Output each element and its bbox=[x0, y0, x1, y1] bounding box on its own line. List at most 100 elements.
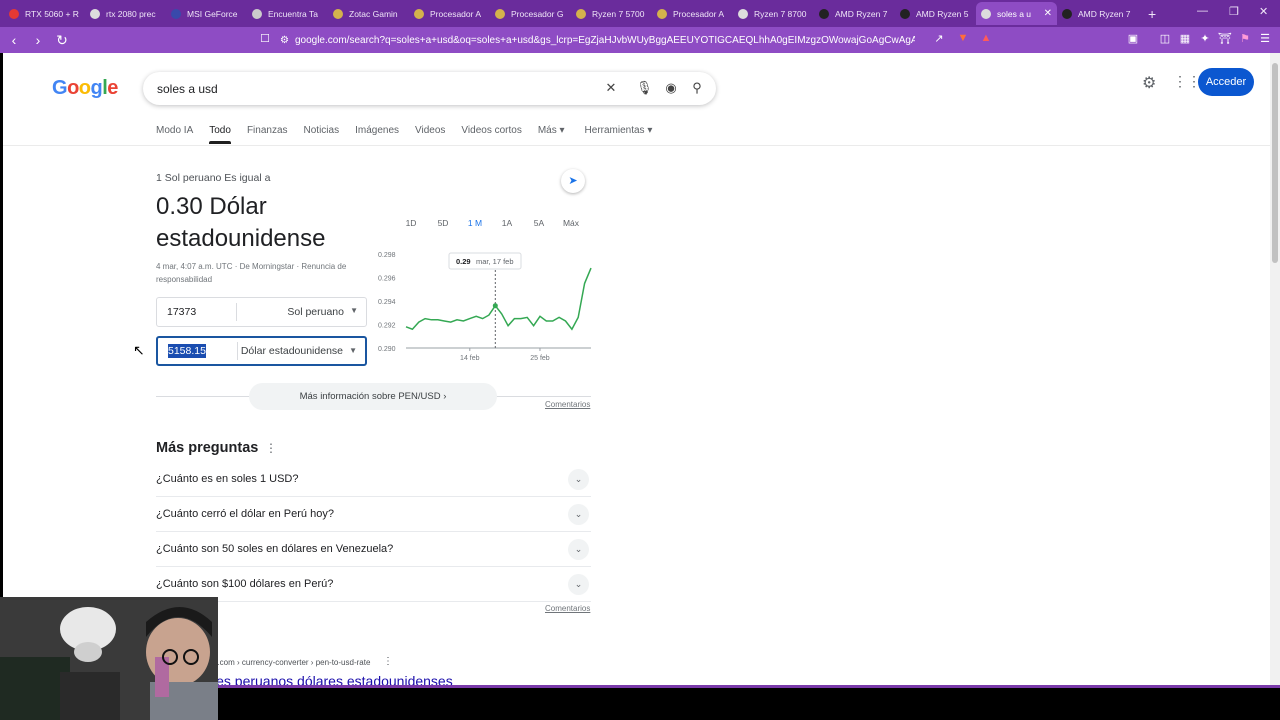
chevron-down-icon[interactable]: ⌄ bbox=[568, 539, 589, 560]
dropdown-arrow-icon[interactable]: ▼ bbox=[349, 346, 357, 355]
tab-title: Procesador A bbox=[430, 8, 482, 19]
share-icon[interactable]: ➤ bbox=[561, 169, 585, 193]
close-window-icon[interactable]: ✕ bbox=[1259, 5, 1268, 18]
leo-ai-icon[interactable]: ✦ bbox=[1197, 32, 1213, 48]
vpn-icon[interactable]: ⛩ bbox=[1217, 32, 1233, 48]
camera-search-icon[interactable]: ◉ bbox=[663, 80, 679, 96]
from-currency-select[interactable]: Sol peruano bbox=[237, 306, 366, 318]
sidebar-icon[interactable]: ◫ bbox=[1157, 32, 1173, 48]
browser-tab[interactable]: MSI GeForce bbox=[166, 2, 247, 25]
browser-tab[interactable]: Zotac Gamin bbox=[328, 2, 409, 25]
result-title-link[interactable]: les peruanos dólares estadounidenses bbox=[213, 673, 453, 685]
chevron-down-icon[interactable]: ⌄ bbox=[568, 469, 589, 490]
to-amount-input[interactable]: 5158.15 bbox=[158, 342, 238, 360]
close-tab-icon[interactable]: ✕ bbox=[1044, 8, 1052, 19]
paa-question[interactable]: ¿Cuánto cerró el dólar en Perú hoy? ⌄ bbox=[156, 497, 591, 532]
tab-8[interactable]: Herramientas ▾ bbox=[585, 125, 653, 142]
chevron-down-icon[interactable]: ⌄ bbox=[568, 504, 589, 525]
rewards-icon[interactable]: ▲ bbox=[978, 32, 994, 48]
dropdown-arrow-icon[interactable]: ▼ bbox=[350, 306, 358, 315]
brave-shields-icon[interactable]: ▼ bbox=[955, 32, 971, 48]
range-option[interactable]: 5D bbox=[427, 218, 459, 228]
range-option[interactable]: 1D bbox=[395, 218, 427, 228]
browser-tab[interactable]: Encuentra Ta bbox=[247, 2, 328, 25]
forward-icon[interactable]: › bbox=[28, 32, 48, 48]
more-info-button[interactable]: Más información sobre PEN/USD › bbox=[249, 383, 497, 410]
tab-7[interactable]: Más ▾ bbox=[538, 125, 565, 142]
paa-question[interactable]: ¿Cuánto es en soles 1 USD? ⌄ bbox=[156, 462, 591, 497]
selected-amount[interactable]: 5158.15 bbox=[168, 344, 206, 358]
more-options-icon[interactable]: ⋮ bbox=[383, 656, 393, 667]
browser-tab[interactable]: AMD Ryzen 7 bbox=[1057, 2, 1138, 25]
range-option[interactable]: 1 M bbox=[459, 218, 491, 228]
search-box[interactable]: soles a usd ✕ 🎙 ◉ ⚲ bbox=[143, 72, 716, 105]
tab-favicon-icon bbox=[9, 8, 19, 19]
tab-6[interactable]: Videos cortos bbox=[461, 125, 521, 142]
google-logo[interactable]: Google bbox=[52, 77, 118, 100]
browser-tab[interactable]: Ryzen 7 5700 bbox=[571, 2, 652, 25]
browser-tab[interactable]: Procesador A bbox=[652, 2, 733, 25]
tab-3[interactable]: Noticias bbox=[304, 125, 340, 142]
tab-title: AMD Ryzen 7 bbox=[835, 8, 888, 19]
tab-favicon-icon bbox=[657, 8, 667, 19]
tab-title: Ryzen 7 5700 bbox=[592, 8, 645, 19]
wallet-icon[interactable]: ▦ bbox=[1177, 32, 1193, 48]
webcam-overlay bbox=[0, 597, 218, 720]
tab-title: Ryzen 7 8700 bbox=[754, 8, 807, 19]
tab-0[interactable]: Modo IA bbox=[156, 125, 193, 142]
range-option[interactable]: 5A bbox=[523, 218, 555, 228]
reload-icon[interactable]: ↻ bbox=[52, 32, 72, 49]
browser-tab[interactable]: AMD Ryzen 5 bbox=[895, 2, 976, 25]
chart-tooltip: 0.29 mar, 17 feb bbox=[448, 252, 522, 270]
logo-letter: g bbox=[90, 77, 103, 99]
url-text[interactable]: google.com/search?q=soles+a+usd&oq=soles… bbox=[295, 35, 915, 46]
minimize-icon[interactable]: — bbox=[1197, 5, 1208, 17]
to-currency-select[interactable]: Dólar estadounidense bbox=[238, 345, 365, 357]
paa-question[interactable]: ¿Cuánto son $100 dólares en Perú? ⌄ bbox=[156, 567, 591, 602]
tab-4[interactable]: Imágenes bbox=[355, 125, 399, 142]
scrollbar[interactable] bbox=[1270, 53, 1280, 685]
browser-tab[interactable]: soles a u ✕ bbox=[976, 2, 1057, 25]
browser-tab[interactable]: Procesador A bbox=[409, 2, 490, 25]
tab-title: soles a u bbox=[997, 8, 1032, 19]
tab-title: AMD Ryzen 5 bbox=[916, 8, 969, 19]
address-bar[interactable]: ⚙ google.com/search?q=soles+a+usd&oq=sol… bbox=[280, 29, 950, 51]
tab-favicon-icon bbox=[576, 8, 586, 19]
bookmark-icon[interactable]: ☐ bbox=[257, 32, 273, 48]
range-option[interactable]: Máx bbox=[555, 218, 587, 228]
tab-5[interactable]: Videos bbox=[415, 125, 445, 142]
menu-icon[interactable]: ☰ bbox=[1257, 32, 1273, 48]
flag-icon[interactable]: ⚑ bbox=[1237, 32, 1253, 48]
sign-in-button[interactable]: Acceder bbox=[1198, 68, 1254, 96]
site-info-icon[interactable]: ⚙ bbox=[280, 35, 289, 46]
browser-tab[interactable]: Procesador G bbox=[490, 2, 571, 25]
gear-icon[interactable]: ⚙ bbox=[1142, 73, 1156, 93]
browser-tab[interactable]: Ryzen 7 8700 bbox=[733, 2, 814, 25]
range-option[interactable]: 1A bbox=[491, 218, 523, 228]
feedback-link[interactable]: Comentarios bbox=[545, 604, 590, 613]
clear-icon[interactable]: ✕ bbox=[603, 80, 619, 96]
share-page-icon[interactable]: ↗ bbox=[931, 32, 947, 48]
question-text: ¿Cuánto son 50 soles en dólares en Venez… bbox=[156, 543, 394, 555]
tab-favicon-icon bbox=[981, 8, 991, 19]
paa-question[interactable]: ¿Cuánto son 50 soles en dólares en Venez… bbox=[156, 532, 591, 567]
screenshot-icon[interactable]: ▣ bbox=[1125, 32, 1141, 48]
scrollbar-thumb[interactable] bbox=[1272, 63, 1278, 263]
feedback-link[interactable]: Comentarios bbox=[545, 400, 590, 409]
chevron-down-icon[interactable]: ⌄ bbox=[568, 574, 589, 595]
browser-tab[interactable]: rtx 2080 prec bbox=[85, 2, 166, 25]
tab-2[interactable]: Finanzas bbox=[247, 125, 288, 142]
browser-tab[interactable]: AMD Ryzen 7 bbox=[814, 2, 895, 25]
logo-letter: o bbox=[78, 77, 91, 99]
tooltip-value: 0.29 bbox=[456, 257, 471, 266]
new-tab-icon[interactable]: + bbox=[1148, 6, 1164, 22]
browser-tab[interactable]: RTX 5060 + R bbox=[4, 2, 85, 25]
microphone-icon[interactable]: 🎙 bbox=[636, 80, 653, 96]
search-input[interactable]: soles a usd bbox=[157, 82, 218, 96]
search-icon[interactable]: ⚲ bbox=[689, 80, 705, 96]
tab-1[interactable]: Todo bbox=[209, 125, 231, 144]
maximize-icon[interactable]: ❐ bbox=[1229, 5, 1239, 18]
back-icon[interactable]: ‹ bbox=[4, 32, 24, 48]
from-amount-input[interactable]: 17373 bbox=[157, 303, 237, 321]
more-options-icon[interactable]: ⋮ bbox=[265, 441, 277, 455]
